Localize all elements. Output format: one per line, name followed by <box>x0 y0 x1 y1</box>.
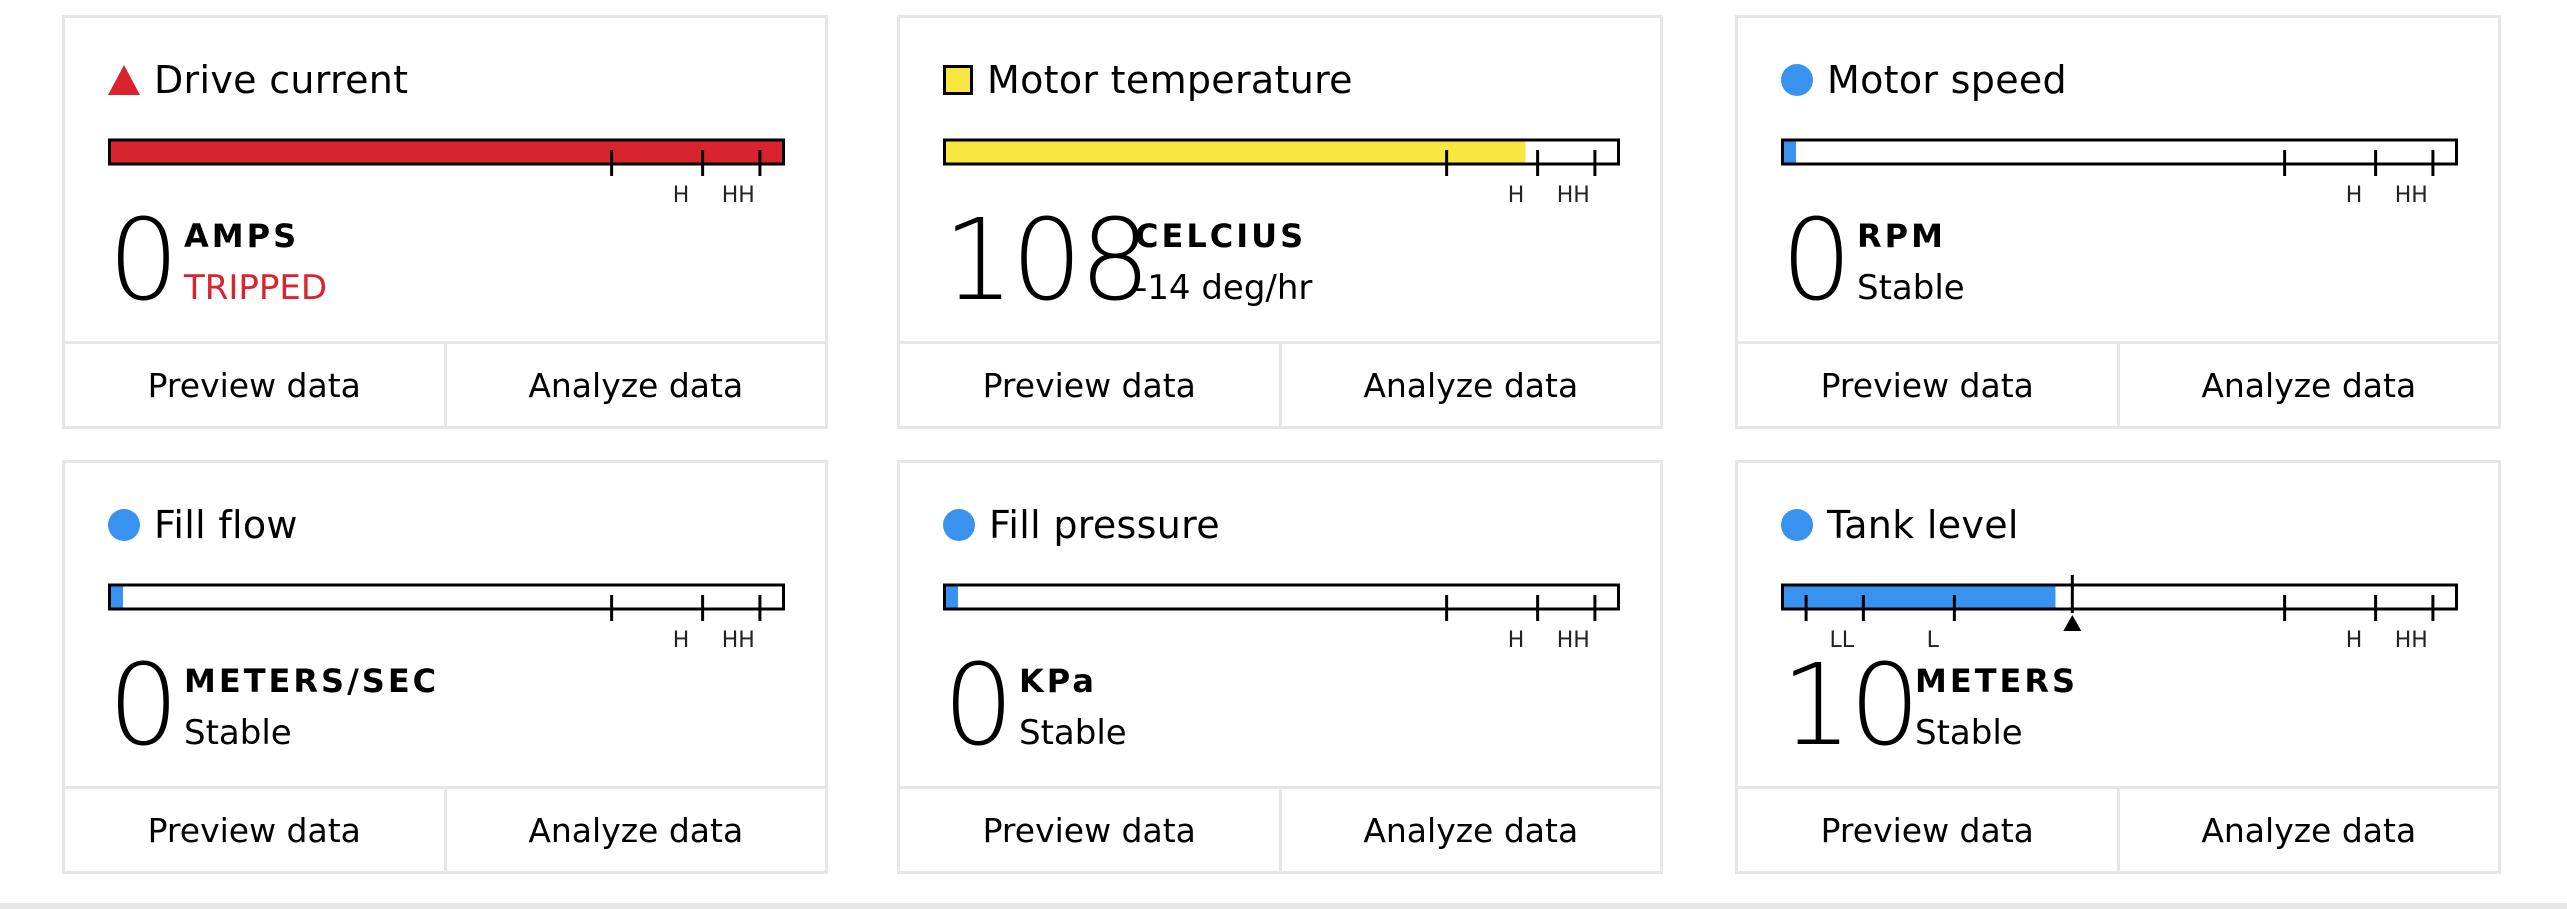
gauge: H HH <box>943 568 1620 658</box>
square-warning-icon <box>943 65 973 95</box>
analyze-data-button[interactable]: Analyze data <box>1278 344 1660 426</box>
analyze-data-button[interactable]: Analyze data <box>443 344 825 426</box>
gauge-tick-label: H <box>1508 183 1525 208</box>
reading-value: 108 <box>943 196 1151 326</box>
reading-status: Stable <box>1019 713 1127 753</box>
card-footer: Preview data Analyze data <box>900 341 1660 426</box>
gauge-tick-label: HH <box>2395 628 2428 653</box>
card-fill-flow: Fill flow H HH 0 METERS/SEC Stable Preview dat… <box>62 460 828 874</box>
card-footer: Preview data Analyze data <box>900 786 1660 871</box>
preview-data-button[interactable]: Preview data <box>1738 344 2117 426</box>
card-fill-pressure: Fill pressure H HH 0 KPa Stable Preview data An… <box>897 460 1663 874</box>
card-tank-level: Tank level LL L H HH 10 METERS Stable Preview da… <box>1735 460 2501 874</box>
card-drive-current: Drive current H HH 0 AMPS TRIPPED Preview data… <box>62 15 828 429</box>
card-footer: Preview data Analyze data <box>1738 341 2498 426</box>
gauge-svg: H HH <box>943 583 1620 653</box>
preview-data-button[interactable]: Preview data <box>900 344 1279 426</box>
gauge-fill <box>944 140 1526 164</box>
card-title: Fill pressure <box>989 503 1220 547</box>
analyze-data-button[interactable]: Analyze data <box>1278 789 1660 871</box>
reading-value: 10 <box>1781 641 1921 771</box>
card-footer: Preview data Analyze data <box>65 786 825 871</box>
setpoint-triangle-icon <box>2063 615 2082 631</box>
reading-status: -14 deg/hr <box>1135 268 1313 308</box>
gauge-fill <box>944 585 958 609</box>
gauge-fill <box>1782 585 2056 609</box>
analyze-data-button[interactable]: Analyze data <box>443 789 825 871</box>
gauge-outline <box>108 583 785 611</box>
gauge-outline <box>943 583 1620 611</box>
card-title: Fill flow <box>154 503 298 547</box>
card-header: Motor speed <box>1781 58 2067 102</box>
gauge: H HH <box>1781 123 2458 213</box>
gauge-tick-label: L <box>1927 628 1940 653</box>
bottom-divider <box>0 903 2567 909</box>
reading-value: 0 <box>108 196 179 326</box>
gauge-tick-label: HH <box>2395 183 2428 208</box>
gauge-tick-label: HH <box>1557 628 1590 653</box>
circle-normal-icon <box>1781 64 1813 96</box>
reading-unit: METERS <box>1915 662 2079 700</box>
reading-value: 0 <box>1781 196 1852 326</box>
analyze-data-button[interactable]: Analyze data <box>2116 789 2498 871</box>
reading-status: Stable <box>184 713 292 753</box>
gauge: H HH <box>108 568 785 658</box>
circle-normal-icon <box>1781 509 1813 541</box>
card-motor-speed: Motor speed H HH 0 RPM Stable Preview data Anal… <box>1735 15 2501 429</box>
card-title: Motor speed <box>1827 58 2067 102</box>
gauge-tick-label: HH <box>1557 183 1590 208</box>
gauge-fill <box>109 585 123 609</box>
reading-status: Stable <box>1915 713 2023 753</box>
reading-status: Stable <box>1857 268 1965 308</box>
reading-unit: KPa <box>1019 662 1097 700</box>
gauge-fill <box>1782 140 1796 164</box>
card-header: Motor temperature <box>943 58 1353 102</box>
card-footer: Preview data Analyze data <box>1738 786 2498 871</box>
preview-data-button[interactable]: Preview data <box>900 789 1279 871</box>
reading-unit: RPM <box>1857 217 1946 255</box>
reading-unit: CELCIUS <box>1135 217 1307 255</box>
card-footer: Preview data Analyze data <box>65 341 825 426</box>
reading-value: 0 <box>943 641 1014 771</box>
card-title: Motor temperature <box>987 58 1353 102</box>
reading-unit: METERS/SEC <box>184 662 440 700</box>
gauge-svg: H HH <box>1781 138 2458 208</box>
gauge-fill <box>109 140 784 164</box>
gauge-tick-label: HH <box>722 628 755 653</box>
card-motor-temperature: Motor temperature H HH 108 CELCIUS -14 deg/hr… <box>897 15 1663 429</box>
card-header: Fill pressure <box>943 503 1220 547</box>
gauge-outline <box>1781 138 2458 166</box>
gauge-tick-label: HH <box>722 183 755 208</box>
preview-data-button[interactable]: Preview data <box>65 344 444 426</box>
analyze-data-button[interactable]: Analyze data <box>2116 344 2498 426</box>
gauge-tick-label: H <box>2346 628 2363 653</box>
card-title: Drive current <box>154 58 409 102</box>
card-header: Tank level <box>1781 503 2019 547</box>
reading-value: 0 <box>108 641 179 771</box>
circle-normal-icon <box>108 509 140 541</box>
preview-data-button[interactable]: Preview data <box>1738 789 2117 871</box>
reading-unit: AMPS <box>184 217 300 255</box>
gauge-svg: H HH <box>108 138 785 208</box>
gauge-svg: H HH <box>108 583 785 653</box>
circle-normal-icon <box>943 509 975 541</box>
reading-status: TRIPPED <box>184 268 328 308</box>
gauge-tick-label: H <box>2346 183 2363 208</box>
gauge-tick-label: H <box>673 183 690 208</box>
card-header: Fill flow <box>108 503 298 547</box>
gauge-tick-label: H <box>673 628 690 653</box>
gauge: H HH <box>108 123 785 213</box>
triangle-alarm-icon <box>108 65 140 95</box>
card-header: Drive current <box>108 58 408 102</box>
preview-data-button[interactable]: Preview data <box>65 789 444 871</box>
gauge-tick-label: H <box>1508 628 1525 653</box>
card-title: Tank level <box>1827 503 2019 547</box>
